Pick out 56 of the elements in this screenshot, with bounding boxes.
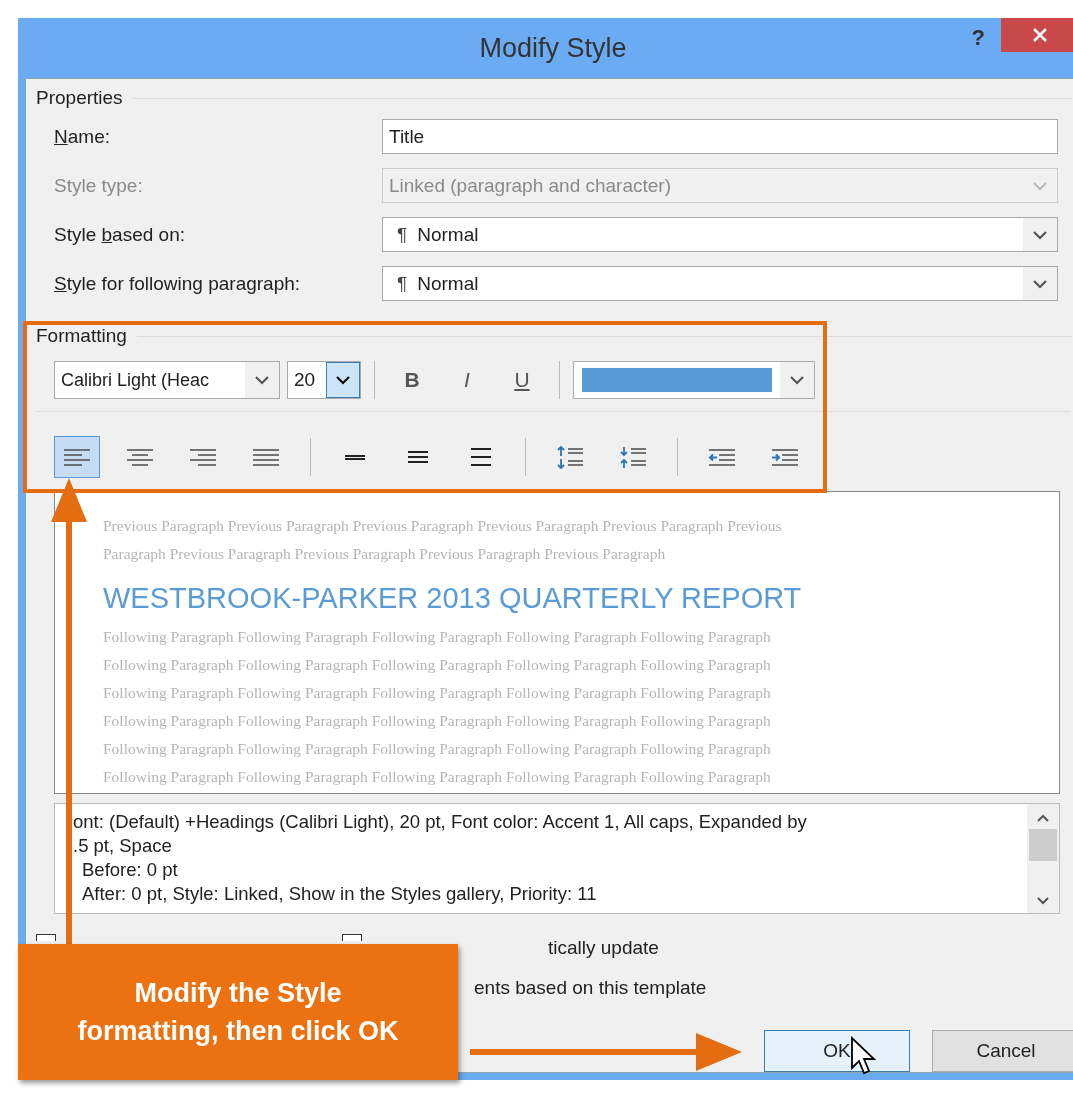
- callout-text: Modify the Style: [134, 977, 342, 1010]
- font-style-button[interactable]: B: [388, 361, 436, 399]
- preview-text: Following Paragraph Following Paragraph Following Paragraph Following Paragraph Following Paragraph: [103, 683, 772, 703]
- cancel-button[interactable]: Cancel: [932, 1030, 1073, 1072]
- chevron-down-icon: [255, 375, 269, 385]
- font-dropdown[interactable]: Calibri Light (Heac: [54, 361, 280, 399]
- section-heading: Properties: [36, 87, 123, 109]
- description-text: Before: 0 pt: [82, 858, 178, 882]
- scroll-up-icon: [1037, 814, 1049, 822]
- field-label: Name:: [54, 125, 111, 148]
- callout-text: formatting, then click OK: [77, 1015, 399, 1048]
- preview-text: Previous Paragraph Previous Paragraph Previous Paragraph Previous Paragraph Previous Paragraph Previous: [103, 516, 783, 536]
- preview-text: Following Paragraph Following Paragraph Following Paragraph Following Paragraph Following Paragraph: [103, 655, 772, 675]
- align-left-button[interactable]: [54, 436, 100, 478]
- increase-spacing-icon: [556, 445, 584, 469]
- preview-text: Following Paragraph Following Paragraph Following Paragraph Following Paragraph Following Paragraph: [103, 767, 772, 787]
- color-dropdown[interactable]: [573, 361, 815, 399]
- description-text: After: 0 pt, Style: Linked, Show in the Styles gallery, Priority: 11: [82, 882, 597, 906]
- scroll-down-icon: [1037, 897, 1049, 905]
- double-spacing-icon: [470, 447, 492, 467]
- help-button[interactable]: ?: [965, 24, 991, 52]
- description-text: ont: (Default) +Headings (Calibri Light), 20 pt, Font color: Accent 1, All caps, Expanded by: [73, 810, 807, 834]
- size-dropdown[interactable]: 20: [287, 361, 361, 399]
- chevron-down-icon: [1033, 229, 1047, 240]
- ok-button[interactable]: OK: [764, 1030, 910, 1072]
- chevron-down-icon: [1033, 180, 1047, 191]
- font-style-button[interactable]: U: [498, 361, 546, 399]
- scrollbar[interactable]: [1027, 804, 1059, 913]
- chevron-down-icon: [336, 375, 350, 385]
- cursor-icon: [850, 1036, 876, 1076]
- font-style-button[interactable]: I: [443, 361, 491, 399]
- preview-text: Following Paragraph Following Paragraph Following Paragraph Following Paragraph Following Paragraph: [103, 627, 772, 647]
- chevron-down-icon: [1033, 278, 1047, 289]
- preview-title: WESTBROOK-PARKER 2013 QUARTERLY REPORT: [103, 582, 803, 615]
- close-icon: [1031, 27, 1048, 43]
- preview-text: Following Paragraph Following Paragraph Following Paragraph Following Paragraph Following Paragraph: [103, 739, 772, 759]
- close-button[interactable]: [1001, 18, 1073, 52]
- checkbox[interactable]: [36, 934, 56, 941]
- description-text: .5 pt, Space: [73, 834, 172, 858]
- dropdown-field[interactable]: ¶ Normal: [382, 217, 1058, 252]
- field-label: Style for following paragraph:: [54, 272, 302, 295]
- window-title: Modify Style: [479, 32, 627, 64]
- text-field[interactable]: Title: [382, 119, 1058, 154]
- section-heading: Formatting: [36, 325, 127, 347]
- option-label: tically update: [548, 937, 659, 959]
- decrease-spacing-icon: [619, 445, 647, 469]
- single-spacing-icon: [344, 453, 366, 461]
- checkbox[interactable]: [342, 934, 362, 941]
- chevron-down-icon: [790, 375, 804, 385]
- preview-text: Following Paragraph Following Paragraph Following Paragraph Following Paragraph Following Paragraph: [103, 711, 772, 731]
- field-label: Style based on:: [54, 223, 186, 246]
- option-label: ents based on this template: [474, 977, 707, 999]
- preview-text: Paragraph Previous Paragraph Previous Paragraph Previous Paragraph Previous Paragraph: [103, 544, 667, 564]
- field-label: Style type:: [54, 174, 144, 197]
- one-half-spacing-icon: [407, 450, 429, 464]
- dropdown-field[interactable]: ¶ Normal: [382, 266, 1058, 301]
